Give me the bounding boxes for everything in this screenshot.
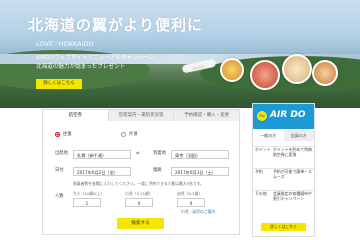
swap-icon[interactable]: ⇄ — [136, 149, 140, 159]
tab-seat-status[interactable]: 空席案内・運航状況等 — [107, 110, 174, 121]
food-image — [312, 60, 338, 86]
roundtrip-radio[interactable] — [55, 132, 60, 137]
oneway-label: 片道 — [129, 132, 138, 137]
search-button[interactable]: 検索する — [117, 218, 164, 229]
benefit-key: その他 — [255, 191, 267, 196]
food-image — [220, 58, 244, 82]
hero-details-button[interactable]: 詳しくはこちら — [36, 79, 82, 89]
benefit-key: ポイント — [255, 147, 271, 152]
infant-count[interactable]: 0 — [177, 198, 205, 207]
oneway-radio[interactable] — [121, 132, 126, 137]
hero-banner[interactable]: 北海道の翼がより便利に LOVE♡HOKKAIDO AIRDOウェブサイトリニュ… — [0, 0, 360, 108]
passenger-note: 搭乗者数を各欄に入力してください。一度に予約できる人数は最大9名です。 — [73, 181, 204, 186]
benefit-value: 予約が可能で簡単・スムーズ — [273, 169, 312, 179]
infant-label: 幼児（0-2歳） — [177, 191, 203, 196]
passenger-label: 人数 — [55, 194, 64, 199]
booking-form: 往復 片道 出発地 札幌（新千歳） ⇄ 到着地 東京（羽田） 日付 2017年6… — [42, 121, 240, 235]
tab-general[interactable]: 一般の方 — [253, 130, 284, 141]
tab-member[interactable]: 会員の方 — [283, 130, 314, 141]
food-image — [282, 54, 312, 84]
hero-campaign: AIRDOウェブサイトリニューアルキャンペーン — [36, 55, 155, 61]
child-count[interactable]: 0 — [125, 198, 153, 207]
benefit-value: ポイントを貯めて特典航空券に変換 — [273, 147, 312, 157]
my-badge-icon: My — [257, 111, 267, 121]
myairdo-logo-bar: My AIR DO — [253, 104, 314, 129]
benefit-value: 会員限定の各種優待や割引キャンペーン — [273, 191, 312, 201]
from-label: 出発地 — [55, 151, 68, 156]
child-label: 小児（3-11歳） — [125, 191, 153, 196]
to-label: 到着地 — [153, 151, 166, 156]
date-field[interactable]: 2017年6月2日（金） — [73, 167, 131, 176]
food-image — [250, 60, 280, 90]
hero-title: 北海道の翼がより便利に — [28, 16, 203, 34]
hero-tagline: LOVE♡HOKKAIDO — [36, 40, 94, 48]
member-tabs: 一般の方 会員の方 — [253, 130, 314, 141]
benefit-row: ポイント ポイントを貯めて特典航空券に変換 — [253, 146, 314, 167]
benefit-key: 予約 — [255, 169, 263, 174]
tab-reservation[interactable]: 予約確認・購入・変更 — [173, 110, 240, 121]
to-select[interactable]: 東京（羽田） — [171, 150, 229, 159]
member-details-button[interactable]: 詳しくはこちら — [261, 223, 306, 231]
return-label: 復路 — [153, 168, 162, 173]
tab-ticket[interactable]: 航空券 — [43, 110, 108, 121]
adult-count[interactable]: 1 — [73, 198, 101, 207]
benefit-row: 予約 予約が可能で簡単・スムーズ — [253, 168, 314, 189]
benefit-row: その他 会員限定の各種優待や割引キャンペーン — [253, 190, 314, 211]
from-select[interactable]: 札幌（新千歳） — [73, 150, 131, 159]
airdo-logo: AIR DO — [270, 110, 306, 120]
hero-present: 北海道の魅力が詰まったプレゼント — [36, 64, 126, 70]
return-date-field[interactable]: 2017年6月3日（土） — [171, 167, 229, 176]
adult-label: 大人（12歳以上） — [73, 191, 105, 196]
roundtrip-label: 往復 — [63, 132, 72, 137]
myairdo-panel: My AIR DO 一般の方 会員の方 ポイント ポイントを貯めて特典航空券に変… — [252, 103, 315, 237]
child-info-link[interactable]: 小児・幼児のご案内 — [181, 209, 215, 215]
date-label: 日付 — [55, 168, 64, 173]
